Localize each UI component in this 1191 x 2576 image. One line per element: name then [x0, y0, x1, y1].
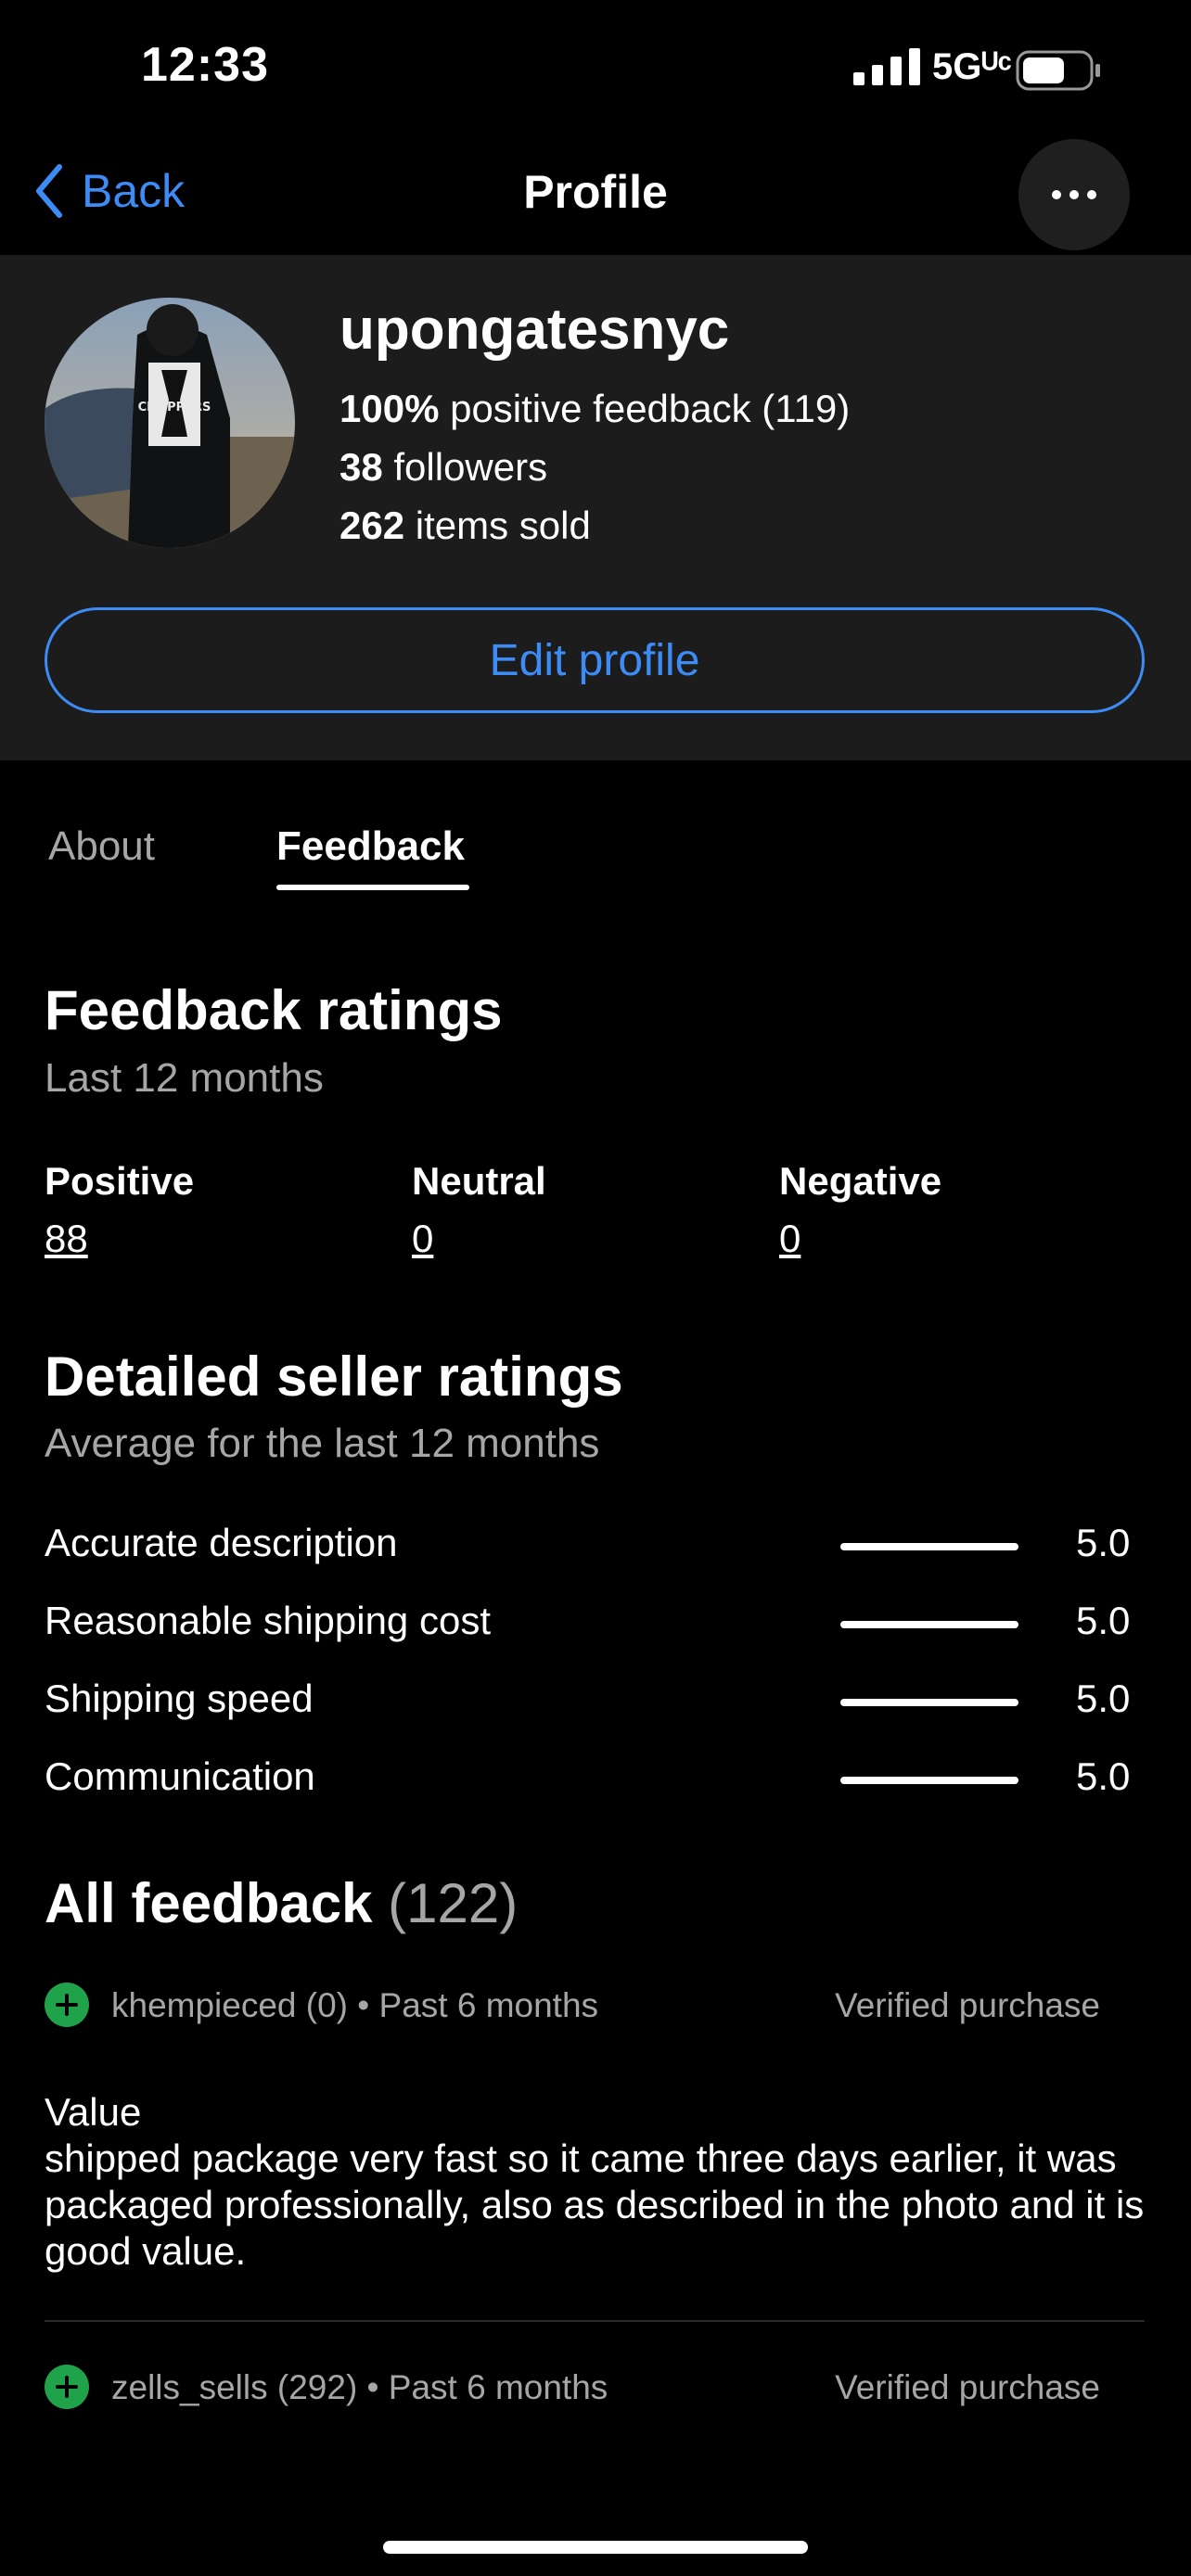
signal-icon	[853, 48, 920, 85]
feedback-ratings-title: Feedback ratings	[45, 979, 503, 1041]
dsr-label: Accurate description	[45, 1521, 398, 1564]
dsr-value: 5.0	[1076, 1677, 1131, 1720]
tab-about[interactable]: About	[48, 823, 155, 870]
negative-label: Negative	[779, 1159, 942, 1203]
verified-purchase-label: Verified purchase	[835, 2368, 1100, 2406]
negative-count-link[interactable]: 0	[779, 1217, 941, 1261]
dsr-bar	[840, 1699, 1018, 1706]
avatar[interactable]: CHOPPERS	[45, 298, 295, 548]
dsr-value: 5.0	[1076, 1521, 1131, 1564]
dsr-row: Communication 5.0	[45, 1751, 1145, 1806]
dsr-row: Accurate description 5.0	[45, 1517, 1145, 1573]
feedback-item-meta: zells_sells (292) • Past 6 months Verifi…	[45, 2357, 1145, 2413]
dsr-value: 5.0	[1076, 1599, 1131, 1642]
username: upongatesnyc	[339, 298, 730, 362]
all-feedback-title: All feedback (122)	[45, 1872, 519, 1934]
nav-bar: Back Profile	[0, 139, 1191, 255]
dsr-row: Shipping speed 5.0	[45, 1673, 1145, 1728]
neutral-label: Neutral	[412, 1159, 546, 1203]
page-title: Profile	[523, 166, 668, 218]
positive-feedback-stat: 100% positive feedback (119)	[339, 387, 851, 430]
dsr-value: 5.0	[1076, 1754, 1131, 1798]
dsr-bar	[840, 1777, 1018, 1784]
dsr-row: Reasonable shipping cost 5.0	[45, 1595, 1145, 1651]
dsr-label: Shipping speed	[45, 1677, 314, 1720]
status-time: 12:33	[141, 38, 269, 92]
dsr-bar	[840, 1621, 1018, 1628]
followers-stat[interactable]: 38 followers	[339, 445, 547, 490]
more-button[interactable]	[1018, 139, 1130, 250]
dsr-label: Communication	[45, 1754, 315, 1798]
feedback-ratings-subtitle: Last 12 months	[45, 1055, 324, 1101]
profile-header: CHOPPERS upongatesnyc 100% positive feed…	[0, 255, 1191, 760]
feedback-user: khempieced (0) • Past 6 months	[111, 1986, 599, 2024]
negative-rating: Negative 0	[779, 1159, 941, 1261]
avatar-photo: CHOPPERS	[45, 298, 295, 548]
network-label: 5Gᵁᶜ	[932, 46, 1012, 87]
all-feedback-count: (122)	[372, 1872, 519, 1934]
verified-purchase-label: Verified purchase	[835, 1986, 1100, 2024]
divider	[45, 2320, 1145, 2322]
avatar-text: CHOPPERS	[138, 401, 211, 414]
tab-selected-indicator	[276, 885, 469, 890]
positive-plus-icon	[45, 2365, 89, 2409]
feedback-item-meta: khempieced (0) • Past 6 months Verified …	[45, 1975, 1145, 2031]
neutral-rating: Neutral 0	[412, 1159, 546, 1261]
tab-bar: About Feedback	[0, 816, 1191, 909]
status-bar: 12:33 5Gᵁᶜ	[0, 0, 1191, 139]
positive-rating: Positive 88	[45, 1159, 194, 1261]
edit-profile-button[interactable]: Edit profile	[45, 607, 1145, 713]
feedback-comment: Value shipped package very fast so it ca…	[45, 2090, 1145, 2273]
neutral-count-link[interactable]: 0	[412, 1217, 546, 1261]
seller-ratings-title: Detailed seller ratings	[45, 1345, 623, 1408]
battery-icon	[1016, 50, 1100, 91]
items-sold-stat: 262 items sold	[339, 504, 591, 547]
positive-plus-icon	[45, 1983, 89, 2027]
home-indicator	[383, 2541, 808, 2554]
positive-label: Positive	[45, 1159, 195, 1203]
positive-count-link[interactable]: 88	[45, 1217, 194, 1261]
dsr-label: Reasonable shipping cost	[45, 1599, 491, 1642]
feedback-user: zells_sells (292) • Past 6 months	[111, 2368, 608, 2406]
dsr-bar	[840, 1543, 1018, 1550]
tab-feedback[interactable]: Feedback	[276, 823, 465, 870]
more-dots-icon	[1052, 190, 1096, 199]
seller-ratings-subtitle: Average for the last 12 months	[45, 1421, 600, 1466]
